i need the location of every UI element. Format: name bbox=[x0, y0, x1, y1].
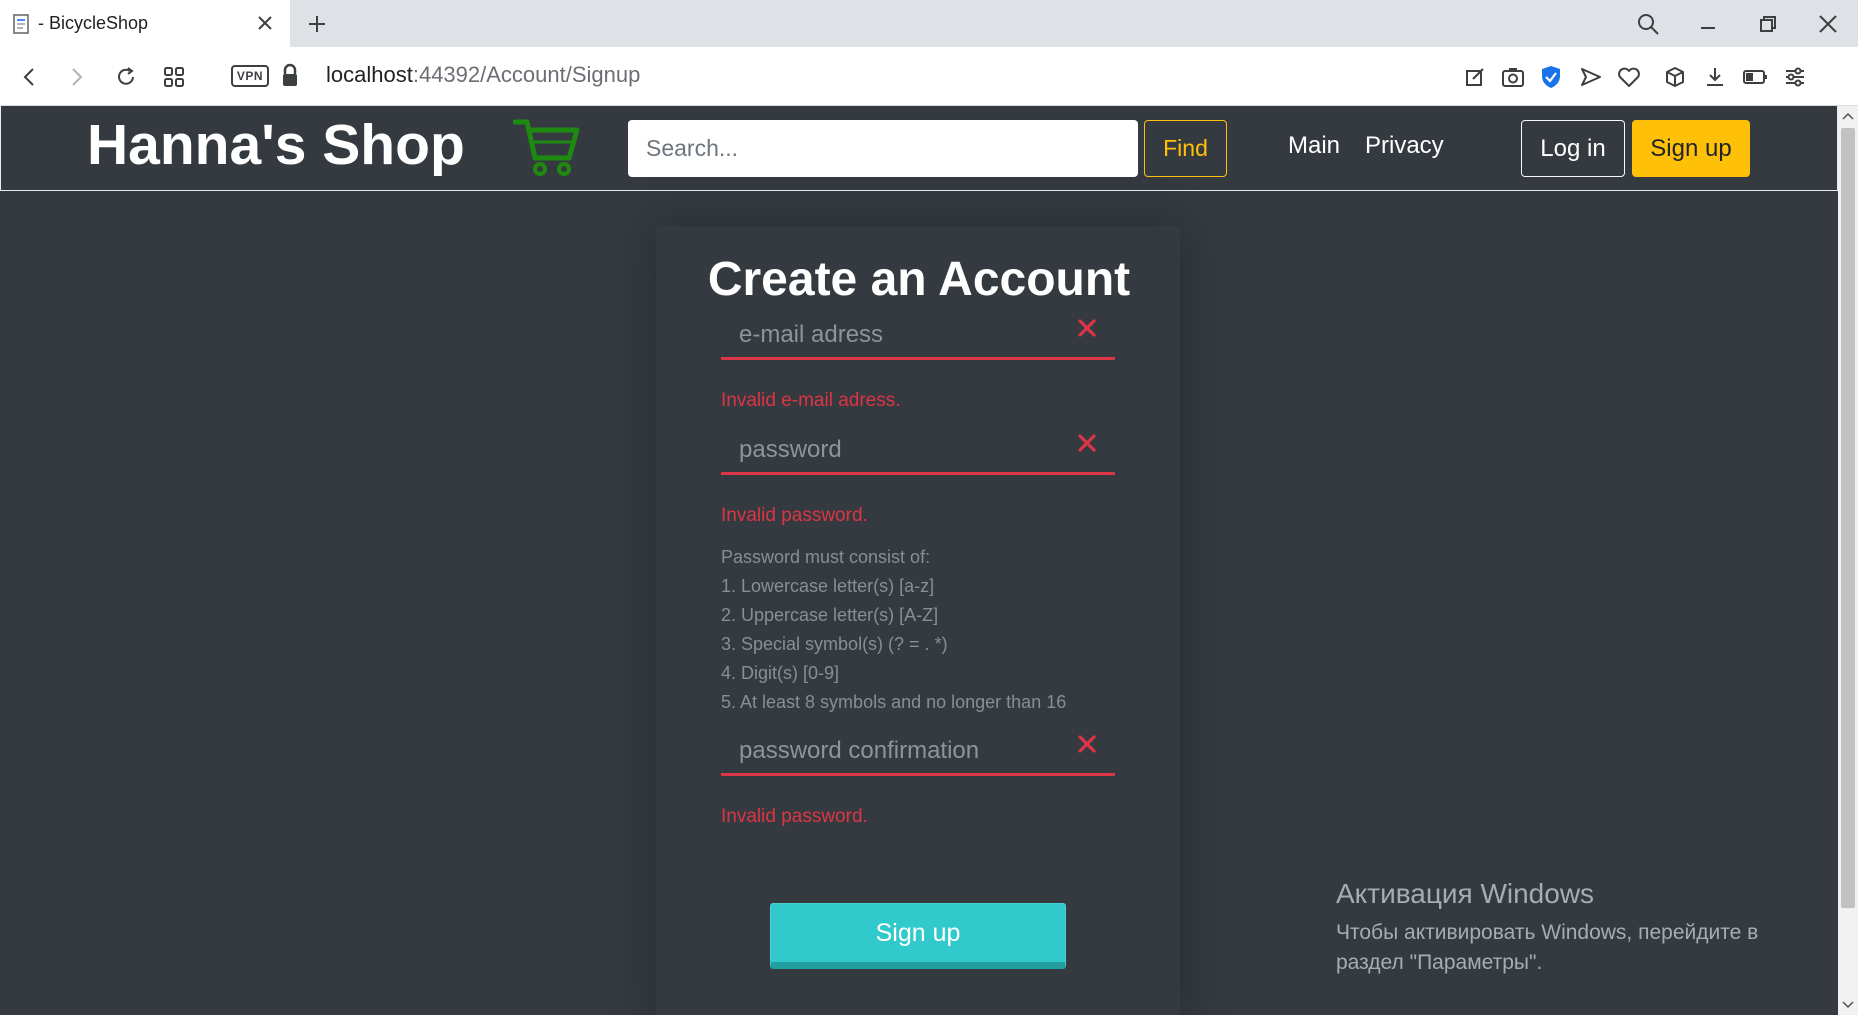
email-error: Invalid e-mail adress. bbox=[721, 390, 901, 411]
email-field[interactable] bbox=[721, 312, 1115, 360]
password-input[interactable] bbox=[721, 427, 1061, 472]
password-confirmation-input[interactable] bbox=[721, 728, 1061, 773]
heart-icon[interactable] bbox=[1614, 62, 1644, 92]
address-bar: VPN localhost:44392/Account/Signup bbox=[0, 47, 1858, 106]
send-icon[interactable] bbox=[1576, 62, 1606, 92]
scroll-thumb[interactable] bbox=[1841, 128, 1855, 908]
password-rule: 5. At least 8 symbols and no longer than… bbox=[721, 692, 1067, 712]
page-viewport: Hanna's Shop Find Main Privacy Log in Si… bbox=[0, 106, 1838, 1015]
shield-icon[interactable] bbox=[1536, 62, 1566, 92]
url-host: localhost bbox=[326, 62, 413, 87]
brand-title[interactable]: Hanna's Shop bbox=[87, 112, 465, 178]
page-scrollbar[interactable] bbox=[1838, 106, 1858, 1015]
vpn-badge[interactable]: VPN bbox=[231, 65, 269, 87]
lock-icon[interactable] bbox=[280, 63, 300, 89]
scroll-up-icon[interactable] bbox=[1838, 106, 1858, 126]
watermark-line: раздел "Параметры". bbox=[1336, 951, 1543, 974]
back-icon[interactable] bbox=[14, 61, 46, 93]
close-tab-icon[interactable] bbox=[252, 10, 278, 36]
forward-icon[interactable] bbox=[60, 61, 92, 93]
password-rule: 1. Lowercase letter(s) [a-z] bbox=[721, 576, 935, 596]
restore-icon[interactable] bbox=[1752, 8, 1784, 40]
minimize-icon[interactable] bbox=[1692, 8, 1724, 40]
email-input[interactable] bbox=[721, 312, 1061, 357]
password-rule: Password must consist of: bbox=[721, 547, 931, 567]
search-input[interactable] bbox=[628, 120, 1138, 177]
navbar-signup-button[interactable]: Sign up bbox=[1632, 120, 1750, 177]
page-favicon-icon bbox=[10, 12, 34, 36]
browser-search-icon[interactable] bbox=[1632, 8, 1664, 40]
watermark-line: Чтобы активировать Windows, перейдите в bbox=[1336, 921, 1759, 944]
extensions-cube-icon[interactable] bbox=[1660, 62, 1690, 92]
find-button[interactable]: Find bbox=[1144, 120, 1227, 177]
password-confirmation-error: Invalid password. bbox=[721, 806, 868, 827]
reload-icon[interactable] bbox=[110, 61, 142, 93]
speed-dial-icon[interactable] bbox=[158, 61, 190, 93]
easy-setup-icon[interactable] bbox=[1780, 62, 1810, 92]
password-rules: Password must consist of: 1. Lowercase l… bbox=[721, 543, 1066, 717]
error-x-icon bbox=[1075, 316, 1099, 340]
password-field[interactable] bbox=[721, 427, 1115, 475]
windows-activation-watermark: Активация Windows Чтобы активировать Win… bbox=[1336, 878, 1758, 978]
password-rule: 4. Digit(s) [0-9] bbox=[721, 663, 840, 683]
download-icon[interactable] bbox=[1700, 62, 1730, 92]
tab-title: - BicycleShop bbox=[38, 13, 149, 33]
close-window-icon[interactable] bbox=[1812, 8, 1844, 40]
nav-link-main[interactable]: Main bbox=[1288, 132, 1340, 160]
password-confirmation-field[interactable] bbox=[721, 728, 1115, 776]
tab-strip: - BicycleShop bbox=[0, 0, 1858, 47]
login-button[interactable]: Log in bbox=[1521, 120, 1625, 177]
battery-saver-icon[interactable] bbox=[1740, 62, 1770, 92]
edit-page-icon[interactable] bbox=[1460, 62, 1490, 92]
error-x-icon bbox=[1075, 431, 1099, 455]
new-tab-icon[interactable] bbox=[302, 9, 332, 39]
page-title: Create an Account bbox=[707, 253, 1131, 306]
password-rule: 3. Special symbol(s) (? = . *) bbox=[721, 634, 948, 654]
scroll-down-icon[interactable] bbox=[1838, 995, 1858, 1015]
watermark-title: Активация Windows bbox=[1336, 878, 1595, 909]
url-field[interactable]: localhost:44392/Account/Signup bbox=[326, 62, 640, 88]
browser-tab[interactable]: - BicycleShop bbox=[0, 0, 290, 47]
camera-icon[interactable] bbox=[1498, 62, 1528, 92]
site-navbar: Hanna's Shop Find Main Privacy Log in Si… bbox=[0, 106, 1838, 191]
error-x-icon bbox=[1075, 732, 1099, 756]
password-error: Invalid password. bbox=[721, 505, 868, 526]
password-rule: 2. Uppercase letter(s) [A-Z] bbox=[721, 605, 939, 625]
shopping-cart-icon[interactable] bbox=[512, 116, 581, 178]
url-path: :44392/Account/Signup bbox=[412, 62, 641, 87]
nav-link-privacy[interactable]: Privacy bbox=[1365, 132, 1444, 160]
signup-submit-button[interactable]: Sign up bbox=[770, 903, 1066, 969]
